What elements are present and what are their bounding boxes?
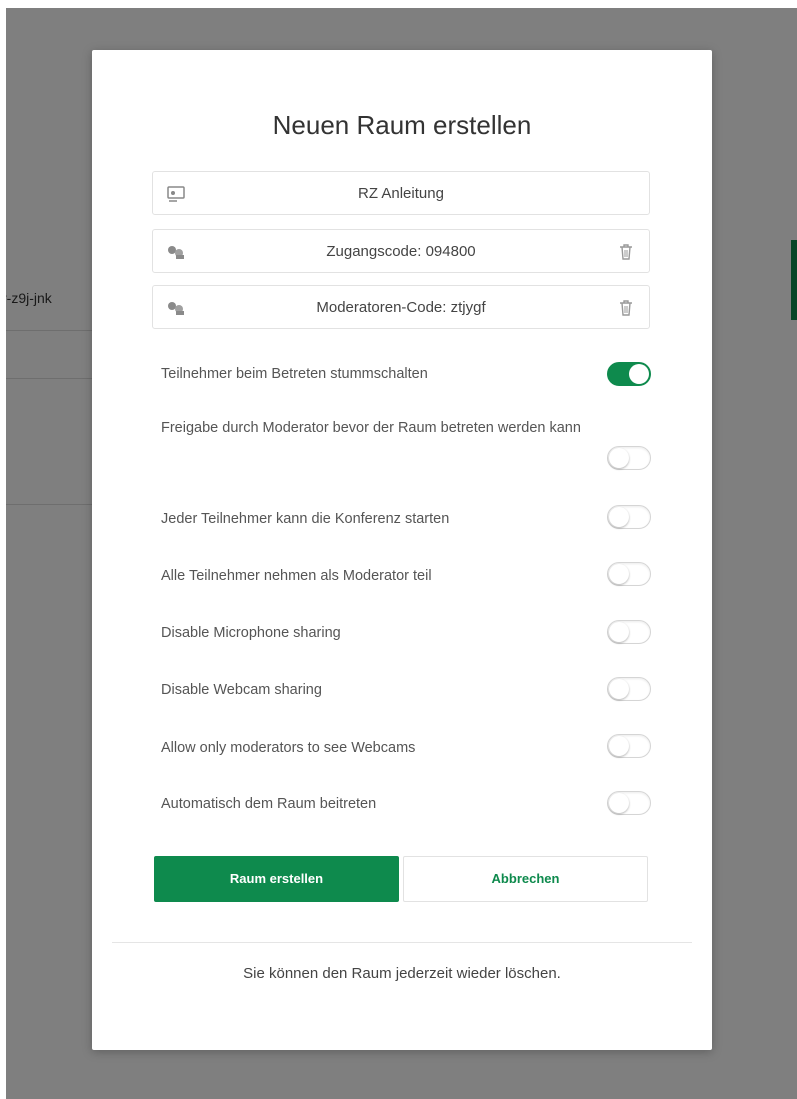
create-room-button[interactable]: Raum erstellen: [154, 856, 399, 902]
toggle-knob: [609, 507, 629, 527]
option-all-moderators-label: Alle Teilnehmer nehmen als Moderator tei…: [161, 568, 432, 584]
key-users-icon: [165, 298, 187, 318]
create-room-dialog: Neuen Raum erstellen RZ Anleitung Zugang…: [92, 50, 712, 1050]
option-require-approval-toggle[interactable]: [607, 446, 651, 470]
option-disable-microphone-label: Disable Microphone sharing: [161, 625, 341, 641]
toggle-knob: [609, 736, 629, 756]
room-name-value: RZ Anleitung: [358, 185, 444, 202]
trash-icon[interactable]: [617, 298, 635, 318]
option-anyone-can-start-toggle[interactable]: [607, 505, 651, 529]
toggle-knob: [609, 793, 629, 813]
option-require-approval-label: Freigabe durch Moderator bevor der Raum …: [161, 420, 581, 436]
trash-icon[interactable]: [617, 242, 635, 262]
toggle-knob: [609, 622, 629, 642]
toggle-knob: [609, 448, 629, 468]
option-disable-webcam-label: Disable Webcam sharing: [161, 682, 322, 698]
access-code-value: Zugangscode: 094800: [326, 243, 476, 260]
option-anyone-can-start-label: Jeder Teilnehmer kann die Konferenz star…: [161, 511, 450, 527]
option-moderators-see-webcams-label: Allow only moderators to see Webcams: [161, 740, 416, 756]
option-auto-join-toggle[interactable]: [607, 791, 651, 815]
footer-note: Sie können den Raum jederzeit wieder lös…: [243, 965, 561, 982]
option-disable-microphone-toggle[interactable]: [607, 620, 651, 644]
moderator-code-value: Moderatoren-Code: ztjygf: [316, 299, 486, 316]
option-auto-join-label: Automatisch dem Raum beitreten: [161, 796, 377, 812]
cancel-button[interactable]: Abbrechen: [403, 856, 648, 902]
dialog-title: Neuen Raum erstellen: [272, 110, 532, 140]
access-code-field[interactable]: Zugangscode: 094800: [152, 229, 650, 273]
toggle-knob: [629, 364, 649, 384]
option-moderators-see-webcams-toggle[interactable]: [607, 734, 651, 758]
toggle-knob: [609, 679, 629, 699]
room-name-field[interactable]: RZ Anleitung: [152, 171, 650, 215]
toggle-knob: [609, 564, 629, 584]
moderator-code-field[interactable]: Moderatoren-Code: ztjygf: [152, 285, 650, 329]
footer-divider: [112, 942, 692, 943]
option-mute-on-join-label: Teilnehmer beim Betreten stummschalten: [161, 366, 428, 382]
key-users-icon: [165, 242, 187, 262]
option-all-moderators-toggle[interactable]: [607, 562, 651, 586]
option-disable-webcam-toggle[interactable]: [607, 677, 651, 701]
option-mute-on-join-toggle[interactable]: [607, 362, 651, 386]
room-icon: [165, 184, 187, 204]
